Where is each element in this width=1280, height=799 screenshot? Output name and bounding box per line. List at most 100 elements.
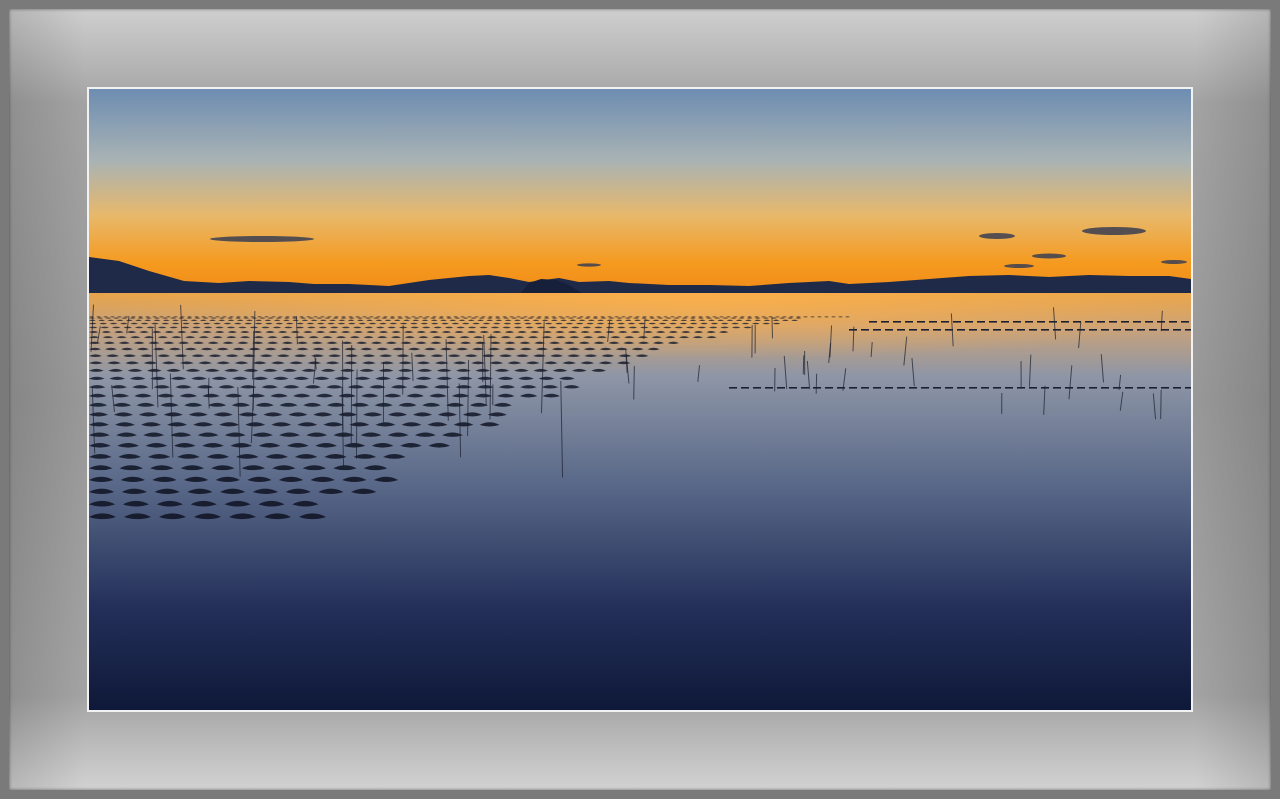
seaweed-net <box>861 329 869 331</box>
seaweed-net <box>941 321 949 323</box>
seaweed-net <box>981 329 989 331</box>
seaweed-net <box>897 387 905 389</box>
seaweed-net <box>897 329 905 331</box>
farm-pole <box>771 316 774 339</box>
seaweed-net <box>1185 329 1191 331</box>
seaweed-net <box>981 387 989 389</box>
seaweed-net <box>921 387 929 389</box>
seaweed-net <box>1005 329 1013 331</box>
seaweed-net <box>1029 387 1037 389</box>
seaweed-net <box>1073 321 1081 323</box>
farm-pole <box>633 366 635 400</box>
seaweed-net <box>945 387 953 389</box>
seaweed-net <box>969 329 977 331</box>
seaweed-net <box>1137 329 1145 331</box>
seaweed-net <box>1169 321 1177 323</box>
seaweed-net <box>909 387 917 389</box>
seaweed-net <box>1041 329 1049 331</box>
outer-frame <box>0 0 1280 799</box>
seaweed-net <box>1001 321 1009 323</box>
seaweed-net <box>1101 329 1109 331</box>
farm-pole <box>355 369 358 459</box>
seaweed-net <box>1101 387 1109 389</box>
seaweed-net <box>905 321 913 323</box>
seaweed-net <box>1065 387 1073 389</box>
seaweed-net <box>777 387 785 389</box>
seaweed-net <box>1121 321 1129 323</box>
seaweed-net <box>1053 387 1061 389</box>
seaweed-net <box>1065 329 1073 331</box>
seaweed-net <box>1061 321 1069 323</box>
seaweed-net <box>1089 387 1097 389</box>
seaweed-net <box>893 321 901 323</box>
seaweed-net <box>873 387 881 389</box>
seaweed-net <box>1049 321 1057 323</box>
seaweed-net <box>957 387 965 389</box>
seaweed-net <box>789 387 797 389</box>
seaweed-net <box>801 387 809 389</box>
seaweed-net <box>953 321 961 323</box>
photo <box>89 89 1191 710</box>
seaweed-net <box>849 329 857 331</box>
seaweed-net <box>957 329 965 331</box>
seaweed-net <box>885 387 893 389</box>
seaweed-net <box>1157 321 1165 323</box>
seaweed-net <box>993 329 1001 331</box>
seaweed-net <box>753 387 761 389</box>
seaweed-net <box>933 329 941 331</box>
seaweed-net <box>989 321 997 323</box>
seaweed-net <box>881 321 889 323</box>
seaweed-net <box>909 329 917 331</box>
seaweed-net <box>1113 329 1121 331</box>
seaweed-net <box>1149 329 1157 331</box>
seaweed-net <box>993 387 1001 389</box>
seaweed-net <box>1145 321 1153 323</box>
seaweed-net <box>917 321 925 323</box>
seaweed-net <box>729 387 737 389</box>
seaweed-net <box>1037 321 1045 323</box>
farm-pole <box>802 355 805 375</box>
seaweed-net <box>1161 329 1169 331</box>
seaweed-net <box>1025 321 1033 323</box>
seaweed-net <box>849 387 857 389</box>
seaweed-net <box>1173 387 1181 389</box>
seaweed-net <box>1125 329 1133 331</box>
seaweed-net <box>765 387 773 389</box>
seaweed-net <box>1029 329 1037 331</box>
seaweed-net <box>933 387 941 389</box>
seaweed-net <box>977 321 985 323</box>
sky <box>89 89 1191 294</box>
seaweed-net <box>965 321 973 323</box>
seaweed-net <box>921 329 929 331</box>
seaweed-net <box>1133 321 1141 323</box>
seaweed-net <box>813 387 821 389</box>
seaweed-net <box>1089 329 1097 331</box>
seaweed-net <box>1173 329 1181 331</box>
seaweed-net <box>825 387 833 389</box>
seaweed-net <box>1053 329 1061 331</box>
seaweed-net <box>1077 329 1085 331</box>
seaweed-net <box>1085 321 1093 323</box>
seaweed-net <box>1185 387 1191 389</box>
seaweed-net <box>869 321 877 323</box>
seaweed-net <box>1017 329 1025 331</box>
seaweed-net <box>1125 387 1133 389</box>
seaweed-net <box>1109 321 1117 323</box>
seaweed-net <box>1005 387 1013 389</box>
seaweed-net <box>1181 321 1189 323</box>
seaweed-net <box>1149 387 1157 389</box>
seaweed-net <box>861 387 869 389</box>
seaweed-net <box>1077 387 1085 389</box>
seaweed-net <box>885 329 893 331</box>
seaweed-net <box>929 321 937 323</box>
seaweed-net <box>969 387 977 389</box>
seaweed-net <box>1097 321 1105 323</box>
seaweed-net <box>1017 387 1025 389</box>
farm-pole <box>815 373 818 394</box>
seaweed-net <box>1137 387 1145 389</box>
seaweed-net <box>1161 387 1169 389</box>
sunset-seascape <box>89 89 1191 710</box>
seaweed-net <box>741 387 749 389</box>
seaweed-net <box>1013 321 1021 323</box>
seaweed-net <box>873 329 881 331</box>
